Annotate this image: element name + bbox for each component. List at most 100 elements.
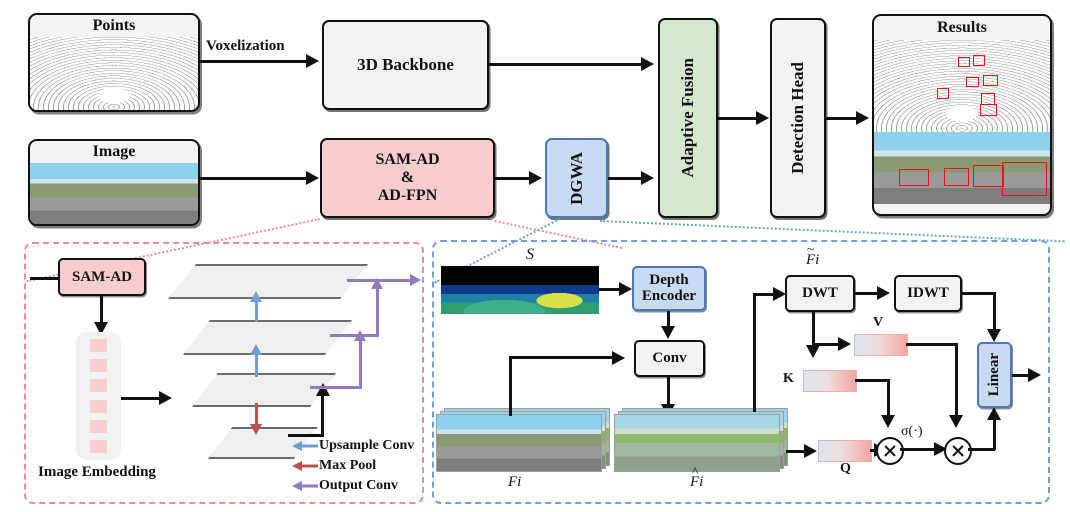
diagram-canvas: Points Image Voxelization 3D Backbone SA… xyxy=(0,0,1070,512)
wavelet-feature-label-text: Fi xyxy=(806,252,820,268)
legend-label-maxpool: Max Pool xyxy=(319,458,377,473)
detection-head-box: Detection Head xyxy=(770,18,826,218)
image-to-samad-arrowhead xyxy=(306,171,319,185)
image-caption: Image xyxy=(92,143,136,160)
multiply-operator-2 xyxy=(944,437,972,465)
fusion-to-head-arrowhead xyxy=(756,111,769,125)
feature-to-conv-arrowhead xyxy=(612,351,625,365)
idwt-to-linear-arrowhead xyxy=(987,329,1001,342)
image-box: Image xyxy=(28,139,200,226)
linear-box: Linear xyxy=(977,342,1012,408)
feature-to-conv-v-line xyxy=(509,356,512,416)
dwt-label: DWT xyxy=(802,285,838,301)
k-label: K xyxy=(783,371,794,386)
head-to-results-arrowhead xyxy=(856,111,869,125)
head-to-results-line xyxy=(826,117,858,120)
points-to-backbone-line xyxy=(200,60,308,63)
samad-line3: AD-FPN xyxy=(377,186,438,204)
fhat-to-q-line xyxy=(786,450,806,453)
legend-row-upsample: Upsample Conv xyxy=(292,436,420,456)
feature-image-stack xyxy=(436,408,610,472)
embedding-to-pyramid-line xyxy=(121,397,161,400)
samad-adfpn-box: SAM-AD & AD-FPN xyxy=(320,138,495,218)
output-conv-l2-v xyxy=(376,288,379,336)
mul2-to-linear-h-line xyxy=(968,448,995,451)
k-to-mul1-h-line xyxy=(855,379,889,382)
pool-return-arrowhead xyxy=(316,383,330,396)
mul2-to-linear-arrowhead xyxy=(987,407,1001,420)
samad-line1: SAM-AD xyxy=(375,151,440,169)
v-bar xyxy=(854,334,908,356)
sigma-label: σ(·) xyxy=(901,424,923,439)
samad-to-dgwa-line xyxy=(495,177,531,180)
v-to-mul2-h-line xyxy=(906,343,958,346)
backbone-label: 3D Backbone xyxy=(357,55,454,74)
image-embedding-column xyxy=(76,332,121,460)
dgwa-panel-leader-right xyxy=(599,220,1065,243)
legend-label-outputconv: Output Conv xyxy=(319,478,398,493)
results-lidar-image xyxy=(874,40,1050,132)
v-label: V xyxy=(873,315,884,330)
depth-encoder-box: Depth Encoder xyxy=(632,266,706,311)
embedding-token xyxy=(90,339,107,353)
points-lidar-image xyxy=(30,37,198,110)
backbone-box: 3D Backbone xyxy=(322,20,489,110)
samad-line2: & xyxy=(400,169,415,187)
samad-inner-box: SAM-AD xyxy=(58,258,146,296)
fhat-to-dwt-h-line xyxy=(753,293,775,296)
embedding-token xyxy=(90,399,107,413)
idwt-label: IDWT xyxy=(907,285,949,301)
dwt-to-v-arrowhead xyxy=(838,337,851,351)
upsample-arrow-lower-line xyxy=(255,353,258,377)
maxpool-arrow-head xyxy=(250,424,262,435)
q-bar xyxy=(818,440,872,462)
feature-image-front xyxy=(436,414,602,472)
fused-feature-label: Fi xyxy=(690,464,704,491)
k-to-mul1-arrowhead xyxy=(881,415,895,428)
idwt-box: IDWT xyxy=(894,275,962,312)
depth-encoder-line1: Depth xyxy=(649,271,689,288)
backbone-to-fusion-arrowhead xyxy=(641,57,654,71)
conv-box: Conv xyxy=(634,340,705,377)
points-box: Points xyxy=(28,13,200,112)
depth-encoder-line2: Encoder xyxy=(641,287,697,304)
dwt-down-arrowhead xyxy=(806,345,820,358)
fused-feature-label-text: Fi xyxy=(690,474,704,490)
depth-to-encoder-line xyxy=(599,288,621,291)
k-to-mul1-v-line xyxy=(887,379,890,418)
wavelet-feature-label: Fi xyxy=(806,241,1070,269)
points-caption: Points xyxy=(92,17,136,34)
fusion-to-head-line xyxy=(718,117,758,120)
output-conv-l3-v xyxy=(359,340,362,388)
adaptive-fusion-box: Adaptive Fusion xyxy=(658,18,718,218)
feature-to-conv-h-line xyxy=(509,356,614,359)
embedding-token xyxy=(90,419,107,433)
depth-input-label: S xyxy=(526,246,534,263)
q-label: Q xyxy=(840,461,851,476)
dwt-to-idwt-arrowhead xyxy=(877,286,890,300)
pyramid-level-2 xyxy=(183,320,352,355)
idwt-to-linear-h-line xyxy=(962,292,995,295)
feature-label: Fi xyxy=(508,474,521,491)
depth-to-encoder-arrowhead xyxy=(619,282,632,296)
points-to-backbone-arrowhead xyxy=(306,54,319,68)
dgwa-label: DGWA xyxy=(566,151,586,205)
idwt-to-linear-v-line xyxy=(993,292,996,332)
dgwa-to-fusion-arrowhead xyxy=(641,171,654,185)
output-conv-l1-h xyxy=(347,279,413,282)
mul1-to-mul2-line xyxy=(900,448,936,451)
dgwa-box: DGWA xyxy=(545,138,608,218)
detection-head-label: Detection Head xyxy=(788,62,807,174)
v-to-mul2-v-line xyxy=(955,343,958,418)
upsample-conv-arrow-icon xyxy=(292,441,318,451)
dwt-box: DWT xyxy=(785,275,855,312)
dwt-to-idwt-line xyxy=(855,292,879,295)
embedding-token xyxy=(90,359,107,373)
v-to-mul2-arrowhead xyxy=(949,415,963,428)
results-box: Results xyxy=(872,14,1052,216)
upsample-arrow-upper-line xyxy=(255,300,258,322)
image-to-samad-line xyxy=(200,177,308,180)
output-conv-l3-h xyxy=(310,386,362,389)
samad-to-dgwa-arrowhead xyxy=(529,171,542,185)
image-embedding-label: Image Embedding xyxy=(38,464,156,480)
